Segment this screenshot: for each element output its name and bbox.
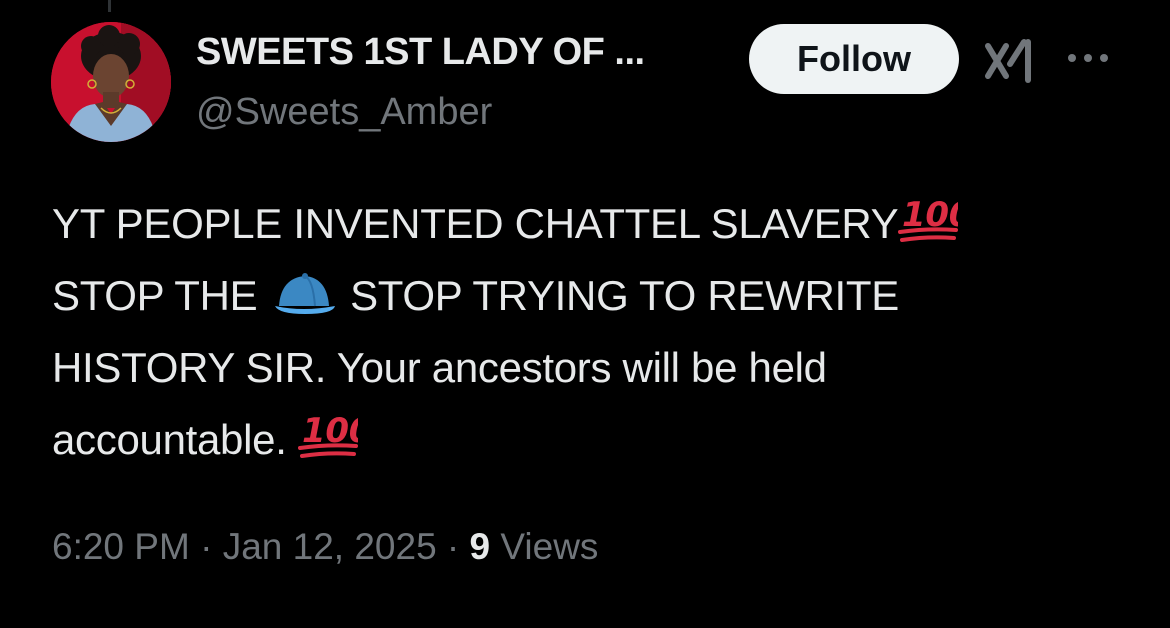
hundred-points-emoji-icon: 100 (297, 412, 358, 458)
cap-emoji-icon (274, 273, 335, 314)
tweet-time[interactable]: 6:20 PM (52, 526, 190, 567)
tweet-text-line2a: STOP THE (52, 272, 269, 319)
tweet-text: YT PEOPLE INVENTED CHATTEL SLAVERY 100 S… (52, 188, 1142, 476)
tweet-text-line4: accountable. (52, 416, 298, 463)
display-name[interactable]: SWEETS 1ST LADY OF ... (196, 30, 645, 74)
meta-separator: · (189, 526, 223, 567)
tweet-line-4: accountable. 100 (52, 404, 1142, 476)
user-handle[interactable]: @Sweets_Amber (196, 90, 645, 134)
views-count: 9 (469, 526, 491, 567)
author-info[interactable]: SWEETS 1ST LADY OF ... @Sweets_Amber (196, 30, 645, 134)
profile-photo-icon (51, 22, 171, 142)
tweet-text-line1: YT PEOPLE INVENTED CHATTEL SLAVERY (52, 200, 899, 247)
tweet-date[interactable]: Jan 12, 2025 (223, 526, 437, 567)
follow-button[interactable]: Follow (749, 24, 959, 94)
tweet-text-line2b: STOP TRYING TO REWRITE (338, 272, 899, 319)
grok-icon[interactable] (984, 38, 1036, 84)
more-icon[interactable] (1064, 48, 1112, 68)
thread-connector-line (108, 0, 111, 12)
tweet-text-line3: HISTORY SIR. Your ancestors will be held (52, 344, 827, 391)
meta-separator: · (436, 526, 470, 567)
tweet-line-1: YT PEOPLE INVENTED CHATTEL SLAVERY 100 (52, 188, 1142, 260)
tweet-metadata: 6:20 PM · Jan 12, 2025 · 9 Views (52, 522, 598, 572)
tweet-line-3: HISTORY SIR. Your ancestors will be held (52, 332, 1142, 404)
views-label: Views (490, 526, 599, 567)
avatar[interactable] (51, 22, 171, 142)
tweet-line-2: STOP THE STOP TRYING TO REWRITE (52, 260, 1142, 332)
hundred-points-emoji-icon: 100 (898, 196, 959, 242)
